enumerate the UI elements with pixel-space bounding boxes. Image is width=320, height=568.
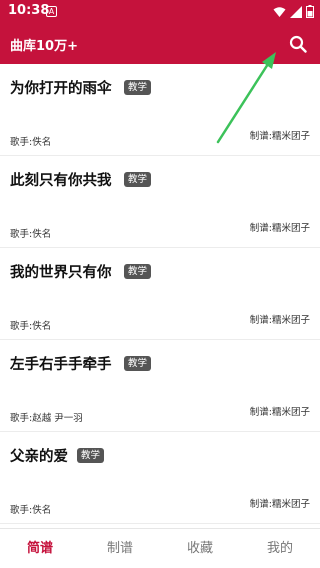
notification-a-icon: A [46,6,57,17]
song-list-item[interactable]: 此刻只有你共我 教学 歌手:佚名 制谱:糯米团子 [0,156,320,248]
status-icons [273,5,314,18]
teaching-badge: 教学 [124,80,152,95]
signal-icon [290,5,302,18]
song-title: 我的世界只有你 [10,265,112,281]
app-title: 曲库10万+ [10,39,78,54]
song-maker: 制谱:糯米团子 [249,315,310,326]
nav-tab-zhipu[interactable]: 制谱 [80,529,160,568]
teaching-badge: 教学 [124,356,152,371]
app-bar: 曲库10万+ [0,24,320,64]
song-list-item[interactable]: 为你打开的雨伞 教学 歌手:佚名 制谱:糯米团子 [0,64,320,156]
song-maker: 制谱:糯米团子 [249,407,310,418]
teaching-badge: 教学 [124,264,152,279]
status-time: 10:38 [8,3,50,18]
song-list-item[interactable]: 父亲的爱 教学 歌手:佚名 制谱:糯米团子 [0,432,320,524]
song-singer: 歌手:佚名 [10,505,52,516]
song-list-item[interactable]: 左手右手手牵手 教学 歌手:赵越 尹一羽 制谱:糯米团子 [0,340,320,432]
status-bar: 10:38 A [0,0,320,24]
nav-tab-mine[interactable]: 我的 [240,529,320,568]
song-list: 为你打开的雨伞 教学 歌手:佚名 制谱:糯米团子 此刻只有你共我 教学 歌手:佚… [0,64,320,528]
wifi-icon [273,6,286,17]
song-singer: 歌手:佚名 [10,137,52,148]
nav-tab-favorites[interactable]: 收藏 [160,529,240,568]
nav-tab-jianpu[interactable]: 简谱 [0,529,80,568]
song-title: 此刻只有你共我 [10,173,112,189]
bottom-nav: 简谱 制谱 收藏 我的 [0,528,320,568]
teaching-badge: 教学 [124,172,152,187]
song-singer: 歌手:佚名 [10,229,52,240]
song-maker: 制谱:糯米团子 [249,499,310,510]
song-singer: 歌手:赵越 尹一羽 [10,413,83,424]
song-title: 父亲的爱 [10,449,68,465]
teaching-badge: 教学 [77,448,105,463]
song-maker: 制谱:糯米团子 [249,131,310,142]
search-icon [289,35,307,53]
song-list-item[interactable]: 我的世界只有你 教学 歌手:佚名 制谱:糯米团子 [0,248,320,340]
song-title: 为你打开的雨伞 [10,81,112,97]
song-maker: 制谱:糯米团子 [249,223,310,234]
song-title: 左手右手手牵手 [10,357,112,373]
battery-icon [306,5,314,18]
song-singer: 歌手:佚名 [10,321,52,332]
search-button[interactable] [284,30,312,58]
